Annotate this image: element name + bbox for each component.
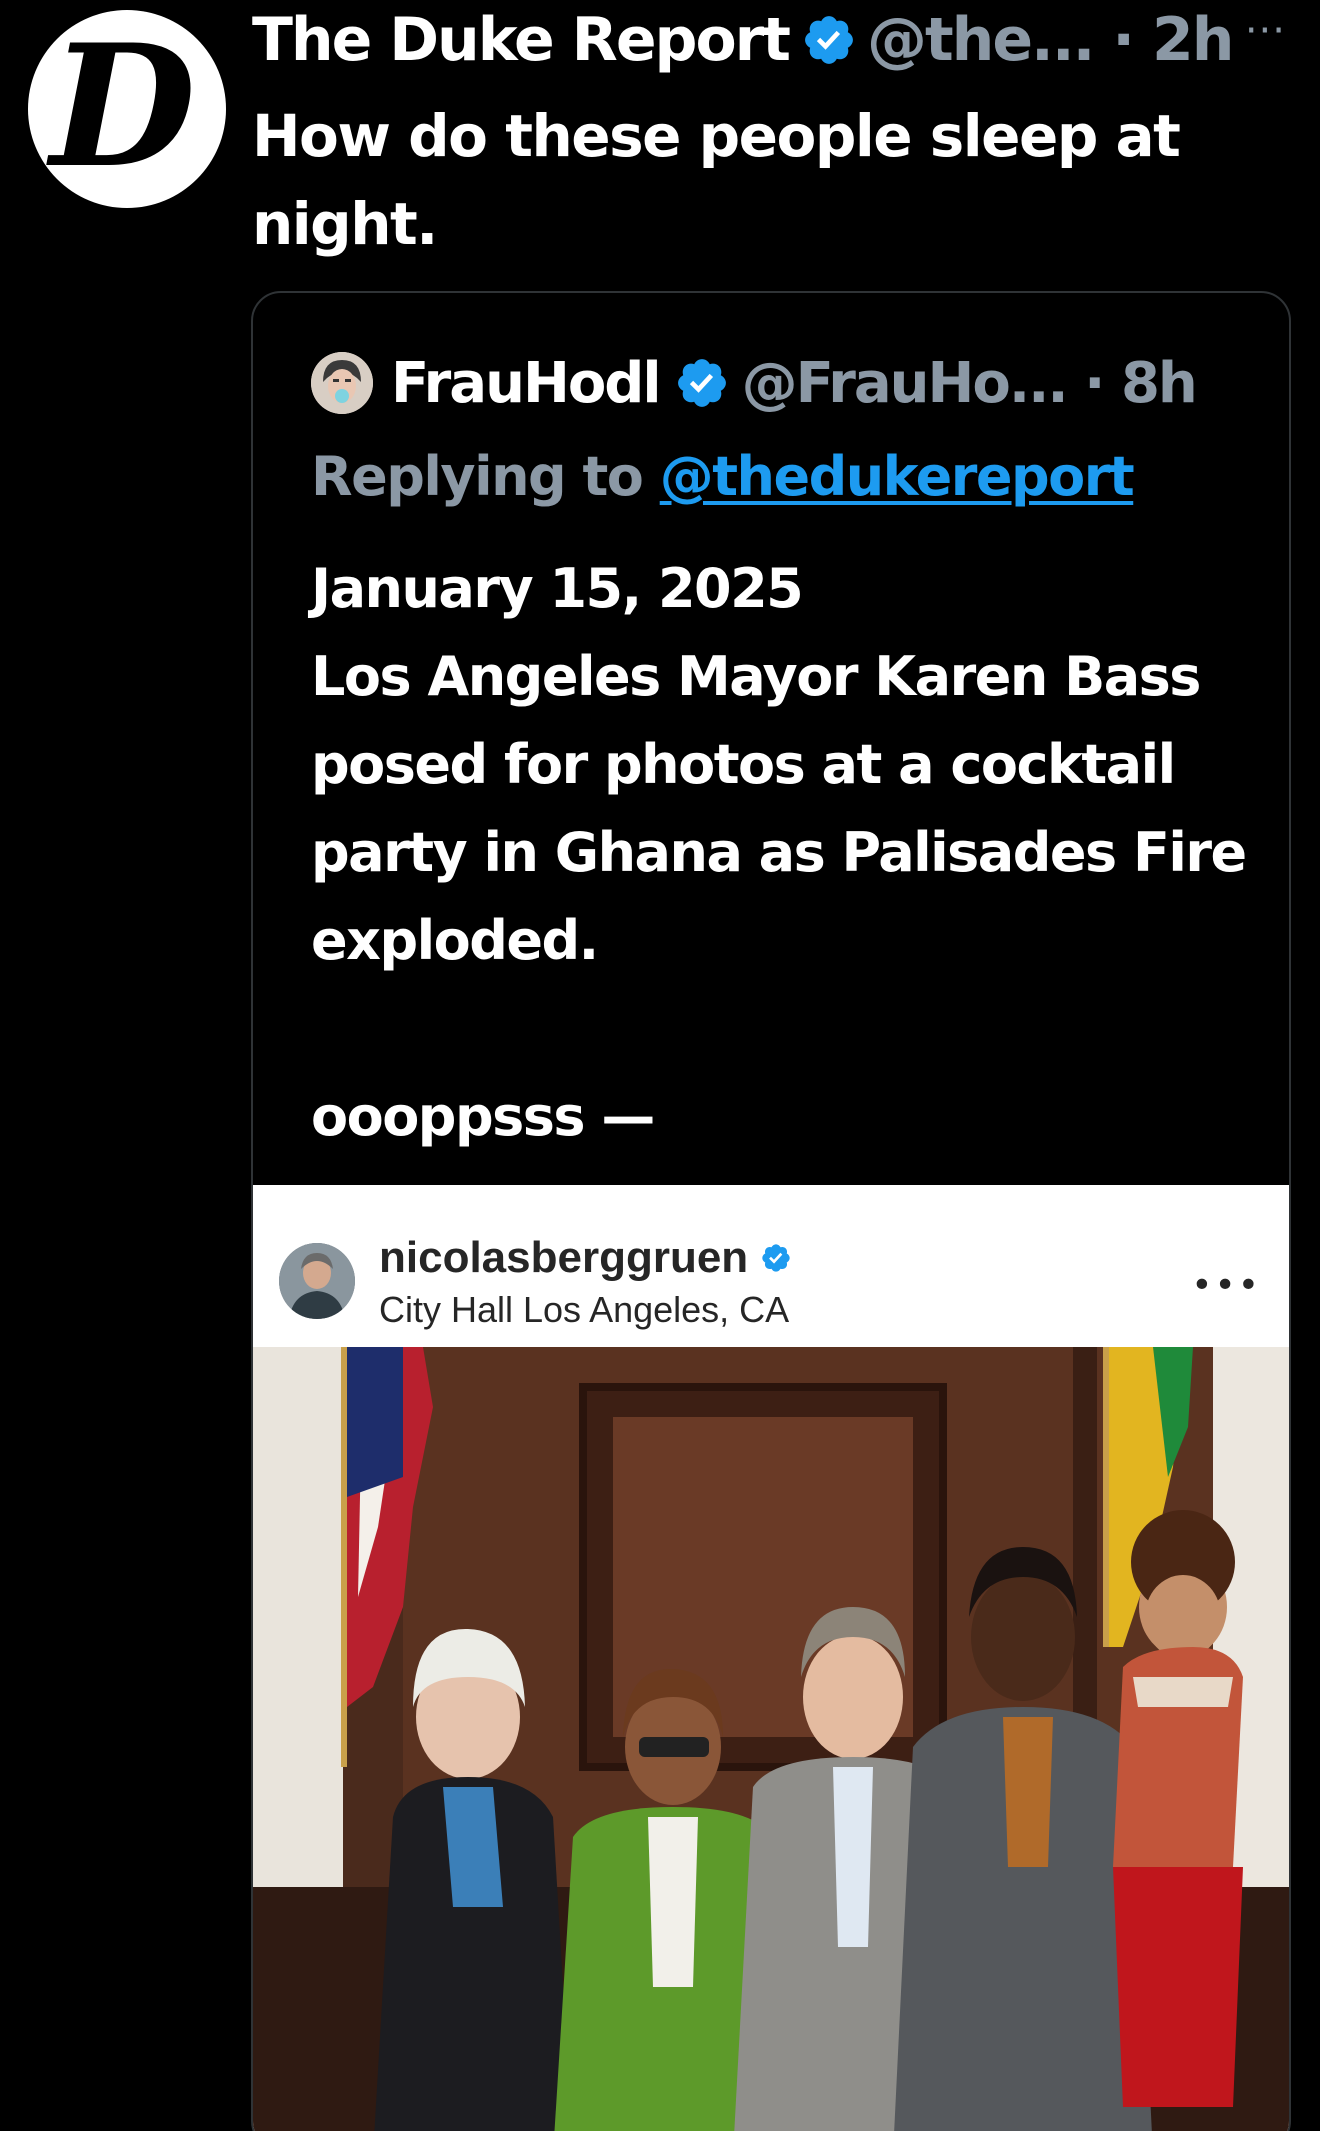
embedded-post-username-row: nicolasberggruen (379, 1233, 792, 1283)
embedded-post-image[interactable]: nicolasberggruen City Hall Los Angeles, … (253, 1185, 1289, 2131)
avatar-illustration (279, 1243, 355, 1319)
reply-mention-link[interactable]: @thedukereport (660, 445, 1135, 508)
quoted-author-avatar[interactable] (311, 352, 373, 414)
verified-badge-icon (762, 1244, 790, 1272)
avatar-letter: D (50, 10, 196, 205)
quoted-author-handle-time[interactable]: @FrauHo... · 8h (742, 351, 1198, 416)
tweet-header: The Duke Report @the... · 2h (252, 4, 1302, 76)
embedded-post-header: nicolasberggruen City Hall Los Angeles, … (253, 1185, 1289, 1347)
replying-to-label: Replying to (311, 445, 644, 508)
replying-to-line: Replying to @thedukereport (311, 445, 1135, 508)
author-handle-time[interactable]: @the... · 2h (867, 5, 1235, 75)
verified-badge-icon (677, 359, 726, 407)
tweet-text: How do these people sleep at night. (252, 102, 1181, 258)
more-horizontal-icon[interactable]: ··· (1245, 8, 1286, 54)
embedded-post-location: City Hall Los Angeles, CA (379, 1289, 790, 1330)
embedded-post-avatar (279, 1243, 355, 1319)
author-display-name[interactable]: The Duke Report (252, 5, 791, 75)
quoted-tweet-header: FrauHodl @FrauHo... · 8h (311, 349, 1198, 417)
quoted-tweet[interactable]: FrauHodl @FrauHo... · 8h Replying to @th… (251, 291, 1291, 2131)
quoted-tweet-text: January 15, 2025 Los Angeles Mayor Karen… (311, 557, 1247, 1148)
group-photo (253, 1347, 1289, 2131)
group-photo-illustration (253, 1347, 1289, 2131)
more-horizontal-icon: ••• (1191, 1265, 1261, 1306)
quoted-author-display-name[interactable]: FrauHodl (391, 351, 662, 416)
verified-badge-icon (805, 16, 853, 64)
embedded-post-username: nicolasberggruen (379, 1233, 749, 1282)
avatar-illustration (311, 352, 373, 414)
author-avatar[interactable]: D (28, 10, 226, 208)
